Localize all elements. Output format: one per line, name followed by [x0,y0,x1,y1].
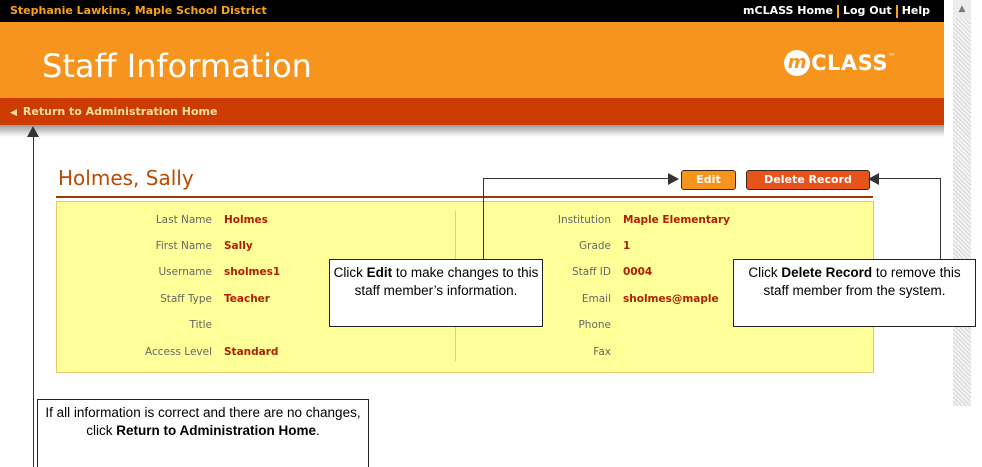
first-name-value: Sally [224,240,253,252]
first-name-label: First Name [155,240,212,252]
left-triangle-icon: ◀ [10,108,17,118]
top-links: mCLASS Home Log Out Help [739,4,934,18]
institution-label: Institution [557,214,611,226]
fax-label: Fax [593,346,611,358]
institution-value: Maple Elementary [623,214,730,226]
return-to-admin-link[interactable]: ◀ Return to Administration Home [10,105,217,118]
delete-callout-line [940,178,941,259]
help-link[interactable]: Help [898,4,934,17]
edit-callout-line [483,178,484,260]
edit-callout-line [483,178,669,179]
staff-type-label: Staff Type [160,293,212,305]
last-name-value: Holmes [224,214,268,226]
edit-callout: Click Edit to make changes to this staff… [329,259,543,327]
delete-callout: Click Delete Record to remove this staff… [733,259,976,327]
page-header: Staff Information m CLASS ™ [0,22,944,98]
access-level-label: Access Level [145,346,212,358]
username-label: Username [158,266,212,278]
user-label: Stephanie Lawkins, Maple School District [10,4,267,17]
page-title: Staff Information [42,47,312,85]
edit-callout-text: Click [333,265,367,280]
return-callout-arrowhead-icon [27,126,39,137]
delete-callout-arrowhead-icon [868,173,879,185]
staff-id-value: 0004 [623,266,653,278]
return-label: Return to Administration Home [22,105,218,118]
title-label: Title [189,319,212,331]
scroll-up-arrow-icon[interactable]: ▲ [953,0,971,18]
delete-callout-text: Click [748,265,782,280]
log-out-link[interactable]: Log Out [839,4,896,17]
logo-trademark: ™ [888,52,896,61]
grade-value: 1 [623,240,631,252]
delete-callout-line [878,178,941,179]
header-shadow [0,125,944,137]
record-name: Holmes, Sally [58,166,194,190]
mclass-home-link[interactable]: mCLASS Home [739,4,837,17]
record-title-rule [56,196,873,198]
edit-button[interactable]: Edit [681,170,736,190]
last-name-label: Last Name [155,214,212,226]
access-level-value: Standard [224,346,279,358]
delete-record-button[interactable]: Delete Record [746,170,870,190]
edit-callout-bold: Edit [366,265,393,280]
email-value: sholmes@maple [623,293,719,305]
grade-label: Grade [578,240,611,252]
staff-type-value: Teacher [224,293,270,305]
return-callout-line [33,135,34,467]
return-callout-bold: Return to Administration Home [116,423,316,438]
return-callout-text: . [316,423,320,438]
username-value: sholmes1 [224,266,281,278]
logo-text: CLASS [811,51,888,75]
nav-bar: ◀ Return to Administration Home [0,98,944,125]
mclass-logo: m CLASS ™ [784,50,896,76]
return-callout: If all information is correct and there … [37,399,369,467]
vertical-scrollbar[interactable] [953,0,971,406]
edit-callout-arrowhead-icon [668,173,679,185]
top-bar: Stephanie Lawkins, Maple School District… [0,0,944,22]
logo-m-circle: m [784,50,811,76]
delete-callout-bold: Delete Record [781,265,873,280]
